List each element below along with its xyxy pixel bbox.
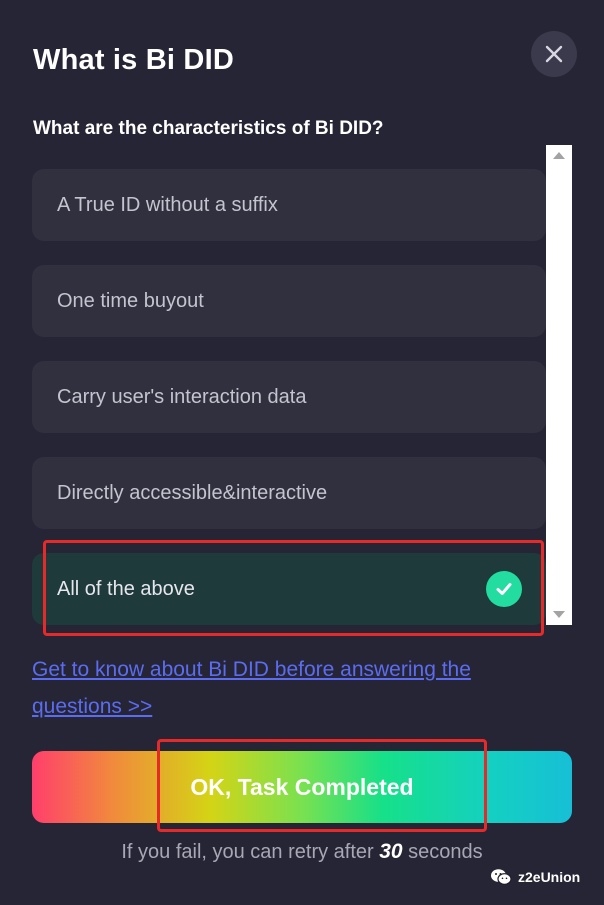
retry-suffix: seconds [402, 841, 483, 863]
scroll-down-arrow-icon[interactable] [553, 611, 565, 618]
check-circle-icon [486, 571, 522, 607]
task-dialog: What is Bi DID What are the characterist… [0, 0, 604, 905]
link-line-2: questions >> [32, 695, 153, 718]
close-button[interactable] [531, 31, 577, 77]
retry-prefix: If you fail, you can retry after [121, 841, 380, 863]
link-line-1: Get to know about Bi DID before answerin… [32, 658, 471, 681]
option-label: Carry user's interaction data [57, 385, 307, 408]
question-text: What are the characteristics of Bi DID? [33, 118, 384, 139]
option-accessible-interactive[interactable]: Directly accessible&interactive [32, 457, 546, 529]
retry-notice: If you fail, you can retry after 30 seco… [0, 840, 604, 864]
wechat-icon [491, 869, 512, 885]
ok-button-label: OK, Task Completed [190, 773, 414, 800]
close-icon [545, 45, 563, 63]
ok-task-completed-button[interactable]: OK, Task Completed [32, 751, 572, 823]
option-one-time-buyout[interactable]: One time buyout [32, 265, 546, 337]
watermark: z2eUnion [490, 868, 580, 886]
option-all-of-the-above[interactable]: All of the above [32, 553, 546, 625]
option-label: Directly accessible&interactive [57, 481, 328, 504]
option-true-id[interactable]: A True ID without a suffix [32, 169, 546, 241]
scroll-up-arrow-icon[interactable] [553, 152, 565, 159]
option-interaction-data[interactable]: Carry user's interaction data [32, 361, 546, 433]
options-list: A True ID without a suffix One time buyo… [32, 145, 572, 625]
option-label: A True ID without a suffix [57, 193, 278, 216]
learn-more-link[interactable]: Get to know about Bi DID before answerin… [32, 651, 542, 725]
option-label: One time buyout [57, 289, 204, 312]
option-label: All of the above [57, 577, 195, 600]
dialog-title: What is Bi DID [33, 44, 234, 76]
watermark-text: z2eUnion [518, 869, 581, 885]
retry-seconds: 30 [379, 840, 403, 863]
options-scrollbar[interactable] [546, 145, 572, 625]
